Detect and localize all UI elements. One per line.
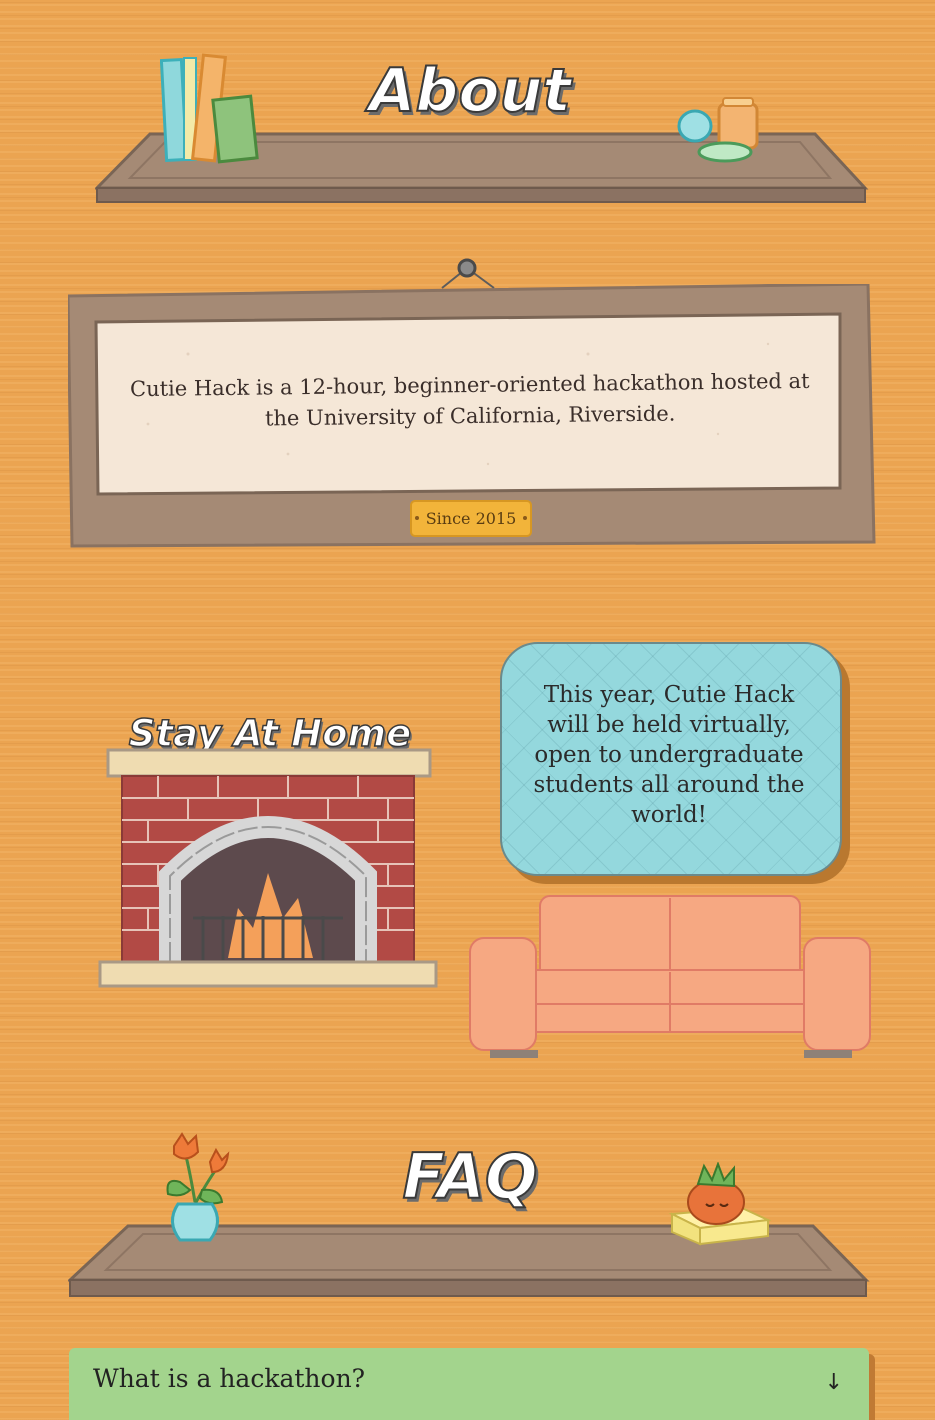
virtual-event-text: This year, Cutie Hack will be held virtu… — [533, 682, 805, 828]
sofa-icon — [469, 895, 871, 1058]
since-badge: Since 2015 — [410, 500, 532, 537]
about-title: About — [368, 55, 572, 127]
about-description: Cutie Hack is a 12-hour, beginner-orient… — [129, 368, 810, 431]
books-icon — [160, 53, 259, 164]
arrow-down-icon[interactable]: ↓ — [825, 1370, 843, 1395]
potted-plant-icon — [668, 1162, 772, 1246]
faq-item[interactable]: What is a hackathon? ↓ — [69, 1348, 869, 1420]
faq-title: FAQ — [401, 1139, 538, 1214]
faq-question: What is a hackathon? — [93, 1364, 366, 1393]
flower-vase-icon — [166, 1132, 230, 1242]
jars-icon — [677, 97, 759, 163]
fireplace-icon — [98, 748, 438, 988]
